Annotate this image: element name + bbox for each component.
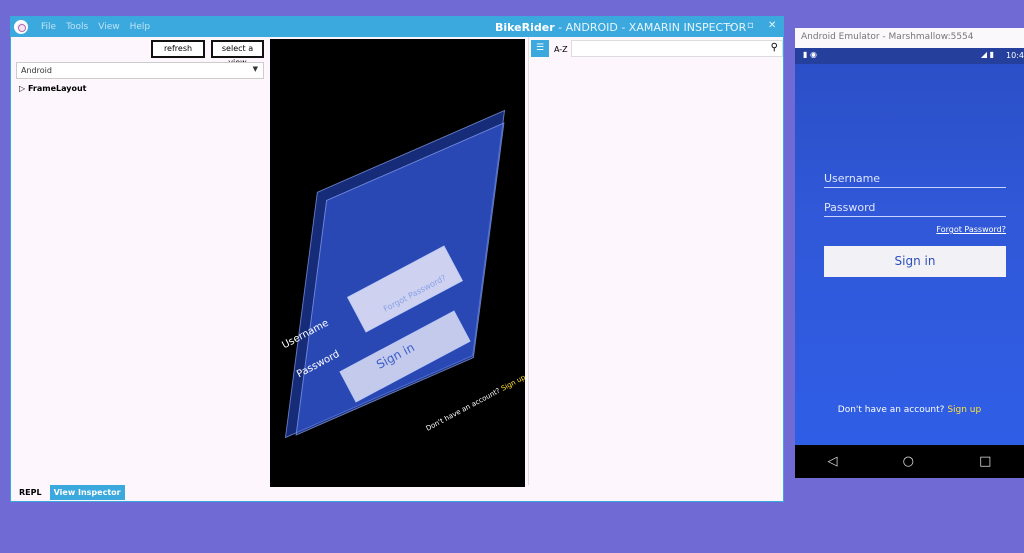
clock: 10:4 [1006, 51, 1024, 60]
xamarin-logo-icon [14, 20, 28, 34]
platform-value: Android [21, 66, 52, 75]
inspector-window: File Tools View Help BikeRider - ANDROID… [10, 16, 784, 502]
status-bar: ▮ ◉ ◢ ▮ 10:4 [795, 48, 1024, 64]
minimize-button[interactable]: ‒ [727, 20, 733, 31]
signin-button[interactable]: Sign in [824, 246, 1006, 277]
nav-bar: ◁ ○ □ [795, 445, 1024, 478]
bottom-tabs: REPL View Inspector [11, 485, 125, 500]
login-screen: Username Password Forgot Password? Sign … [795, 64, 1024, 445]
close-button[interactable]: ✕ [768, 20, 776, 31]
properties-panel: ☰ A-Z ⚲ [528, 37, 783, 485]
window-title: BikeRider - ANDROID - XAMARIN INSPECTOR [495, 21, 746, 34]
menu-view[interactable]: View [98, 22, 119, 32]
menu-bar: File Tools View Help [41, 22, 150, 32]
visual-tree-panel: refresh select a view Android ▼ ▷ FrameLa… [11, 37, 269, 485]
menu-file[interactable]: File [41, 22, 56, 32]
tab-view-inspector[interactable]: View Inspector [49, 485, 125, 500]
notification-icon: ▮ ◉ [803, 50, 817, 59]
recents-icon[interactable]: □ [979, 454, 991, 469]
forgot-password-link[interactable]: Forgot Password? [936, 225, 1006, 234]
app-name: BikeRider [495, 21, 555, 34]
chevron-down-icon: ▼ [252, 65, 258, 73]
select-view-button[interactable]: select a view [211, 40, 264, 67]
maximize-button[interactable]: ▫ [747, 20, 754, 31]
menu-tools[interactable]: Tools [66, 22, 88, 32]
title-bar: File Tools View Help BikeRider - ANDROID… [11, 17, 783, 37]
tree-item-label: FrameLayout [27, 84, 87, 93]
title-rest: - ANDROID - XAMARIN INSPECTOR [554, 21, 747, 34]
3d-account-text: Don't have an account? [424, 386, 502, 433]
3d-account: Don't have an account? Sign up [425, 373, 525, 432]
back-icon[interactable]: ◁ [828, 454, 838, 469]
tab-repl[interactable]: REPL [15, 485, 46, 500]
menu-help[interactable]: Help [130, 22, 151, 32]
3d-view-canvas[interactable]: Username Password Sign in Forgot Passwor… [270, 39, 525, 487]
account-text: Don't have an account? [837, 405, 945, 415]
refresh-button[interactable]: refresh [151, 40, 205, 58]
3d-signup: Sign up [499, 373, 525, 393]
search-icon: ⚲ [770, 42, 778, 53]
emulator-title: Android Emulator - Marshmallow:5554 [795, 28, 1024, 48]
android-emulator: Android Emulator - Marshmallow:5554 ▮ ◉ … [795, 28, 1024, 478]
signup-prompt: Don't have an account? Sign up [795, 405, 1024, 415]
platform-select[interactable]: Android ▼ [16, 62, 264, 79]
expand-icon[interactable]: ▷ [19, 84, 25, 93]
tree-item-framelayout[interactable]: ▷ FrameLayout [19, 84, 87, 93]
list-view-icon[interactable]: ☰ [531, 40, 549, 57]
signup-link[interactable]: Sign up [947, 405, 981, 415]
username-field[interactable]: Username [824, 172, 1006, 188]
signal-battery-icon: ◢ ▮ [980, 50, 994, 59]
sort-az-button[interactable]: A-Z [554, 45, 568, 54]
password-field[interactable]: Password [824, 201, 1006, 217]
home-icon[interactable]: ○ [903, 454, 914, 469]
property-search-input[interactable]: ⚲ [571, 40, 783, 57]
